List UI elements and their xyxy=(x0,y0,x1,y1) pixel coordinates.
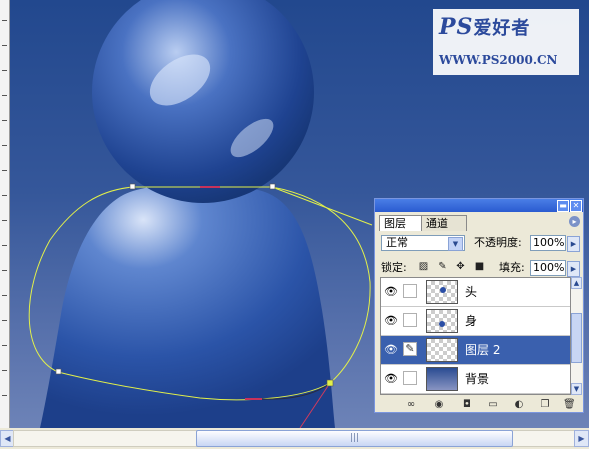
link-box[interactable] xyxy=(403,284,417,298)
new-layer-icon[interactable]: ❐ xyxy=(539,399,551,411)
vertical-ruler xyxy=(0,0,10,428)
link-layers-icon[interactable]: ∞ xyxy=(405,399,417,411)
adjustment-layer-icon[interactable]: ◐ xyxy=(513,399,525,411)
layer-row[interactable]: 👁 背景 xyxy=(381,365,570,394)
opacity-arrow-icon[interactable]: ▶ xyxy=(567,236,580,252)
scroll-thumb[interactable] xyxy=(571,313,582,363)
figure-body xyxy=(40,183,335,428)
layers-scrollbar[interactable]: ▲ ▼ xyxy=(571,277,582,395)
figure-head xyxy=(92,0,314,203)
lock-transparent-icon[interactable]: ▨ xyxy=(418,261,429,272)
lock-paint-icon[interactable]: ✎ xyxy=(437,261,448,272)
fill-arrow-icon[interactable]: ▶ xyxy=(567,261,580,277)
layers-panel: ▬ ✕ 图层 通道 ▸ 正常 ▼ 不透明度: 100% ▶ 锁定: ▨ ✎ ✥ … xyxy=(374,198,584,413)
blend-mode-select[interactable]: 正常 ▼ xyxy=(381,235,465,251)
close-icon[interactable]: ✕ xyxy=(570,200,582,212)
horizontal-scrollbar[interactable]: ◀ ||| ▶ xyxy=(0,428,589,449)
scroll-thumb[interactable]: ||| xyxy=(196,430,513,447)
anchor-point xyxy=(269,183,276,190)
new-group-icon[interactable]: ▭ xyxy=(487,399,499,411)
lock-move-icon[interactable]: ✥ xyxy=(455,261,466,272)
eye-icon[interactable]: 👁 xyxy=(384,344,398,356)
tab-channels[interactable]: 通道 xyxy=(421,215,467,231)
eye-icon[interactable]: 👁 xyxy=(384,373,398,385)
layer-row-selected[interactable]: 👁 ✎ 图层 2 xyxy=(381,336,570,365)
layers-list: 👁 头 👁 身 👁 ✎ 图层 2 👁 背景 xyxy=(380,277,571,395)
panel-menu-icon[interactable]: ▸ xyxy=(569,216,580,227)
scroll-right-icon[interactable]: ▶ xyxy=(574,430,589,447)
tab-layers[interactable]: 图层 xyxy=(379,215,423,231)
watermark-title: PS爱好者 xyxy=(439,14,531,40)
fill-label: 填充: xyxy=(499,261,525,274)
lock-all-icon[interactable]: ■ xyxy=(474,261,485,272)
layer-style-icon[interactable]: ◉ xyxy=(433,399,445,411)
eye-icon[interactable]: 👁 xyxy=(384,286,398,298)
anchor-point-selected xyxy=(326,379,334,387)
link-box[interactable] xyxy=(403,313,417,327)
panel-titlebar[interactable]: ▬ ✕ xyxy=(375,199,583,212)
watermark-url: WWW.PS2000.CN xyxy=(439,53,558,67)
layer-thumbnail xyxy=(426,367,458,391)
delete-layer-icon[interactable]: 🗑 xyxy=(563,399,576,411)
layer-name: 头 xyxy=(465,285,478,299)
anchor-point xyxy=(55,368,62,375)
layer-name: 图层 2 xyxy=(465,343,501,357)
opacity-field[interactable]: 100% xyxy=(530,235,566,251)
layer-thumbnail xyxy=(426,338,458,362)
watermark-logo: PS爱好者 WWW.PS2000.CN xyxy=(433,9,579,75)
minimize-icon[interactable]: ▬ xyxy=(557,200,569,212)
opacity-label: 不透明度: xyxy=(474,236,522,249)
layer-row[interactable]: 👁 头 xyxy=(381,278,570,307)
layer-mask-icon[interactable]: ◘ xyxy=(461,399,473,411)
blend-mode-value: 正常 xyxy=(386,236,408,249)
layer-thumbnail xyxy=(426,280,458,304)
layer-name: 身 xyxy=(465,314,478,328)
scroll-down-icon[interactable]: ▼ xyxy=(571,383,582,395)
layer-row[interactable]: 👁 身 xyxy=(381,307,570,336)
anchor-point xyxy=(129,183,136,190)
fill-field[interactable]: 100% xyxy=(530,260,566,276)
layer-name: 背景 xyxy=(465,372,490,386)
chevron-down-icon[interactable]: ▼ xyxy=(448,237,463,251)
layer-thumbnail xyxy=(426,309,458,333)
scroll-up-icon[interactable]: ▲ xyxy=(571,277,582,289)
lock-label: 锁定: xyxy=(381,261,407,274)
brush-icon[interactable]: ✎ xyxy=(403,342,417,356)
eye-icon[interactable]: 👁 xyxy=(384,315,398,327)
link-box[interactable] xyxy=(403,371,417,385)
panel-bottom-bar: ∞ ◉ ◘ ▭ ◐ ❐ 🗑 xyxy=(375,398,583,412)
